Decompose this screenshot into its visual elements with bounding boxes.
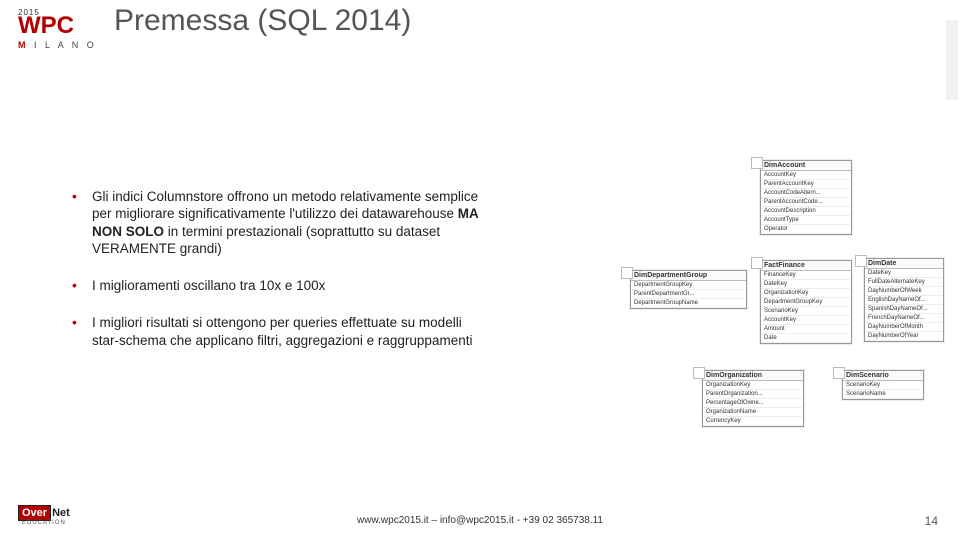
table-dimdepartment: DimDepartmentGroupDepartmentGroupKeyPare… <box>630 270 747 309</box>
table-dimaccount: DimAccountAccountKeyParentAccountKeyAcco… <box>760 160 852 235</box>
logo-main: WPC <box>18 15 98 38</box>
table-row: FrenchDayNameOf... <box>865 314 943 323</box>
bullet-item: I migliori risultati si ottengono per qu… <box>70 314 490 349</box>
table-row: DateKey <box>865 269 943 278</box>
table-header: DimScenario <box>843 371 923 381</box>
table-row: ScenarioKey <box>843 381 923 390</box>
table-row: SpanishDayNameOf... <box>865 305 943 314</box>
table-dimscenario: DimScenarioScenarioKeyScenarioName <box>842 370 924 400</box>
logo-sub: M I L A N O <box>18 40 98 50</box>
table-row: DayNumberOfYear <box>865 332 943 341</box>
table-header: DimOrganization <box>703 371 803 381</box>
table-row: Date <box>761 334 851 343</box>
table-row: DepartmentGroupKey <box>631 281 746 290</box>
bullet-text: I migliori risultati si ottengono per qu… <box>92 315 472 347</box>
table-row: EnglishDayNameOf... <box>865 296 943 305</box>
star-schema-diagram: DimAccountAccountKeyParentAccountKeyAcco… <box>630 160 930 450</box>
slide-title: Premessa (SQL 2014) <box>114 4 411 38</box>
table-row: OrganizationKey <box>703 381 803 390</box>
table-row: ParentOrganization... <box>703 390 803 399</box>
scrollbar-track[interactable] <box>946 20 958 100</box>
page-number: 14 <box>925 514 938 528</box>
table-header: FactFinance <box>761 261 851 271</box>
table-row: AccountCodeAltern... <box>761 189 851 198</box>
table-row: Operator <box>761 225 851 234</box>
event-logo: 2015 WPC M I L A N O <box>18 8 98 50</box>
table-row: AccountDescription <box>761 207 851 216</box>
connector <box>745 290 760 292</box>
table-row: OrganizationName <box>703 408 803 417</box>
table-row: AccountKey <box>761 171 851 180</box>
table-row: Amount <box>761 325 851 334</box>
bullet-item: Gli indici Columnstore offrono un metodo… <box>70 188 490 257</box>
table-header: DimAccount <box>761 161 851 171</box>
table-row: FinanceKey <box>761 271 851 280</box>
table-row: ParentAccountCode... <box>761 198 851 207</box>
logo-sub-red: M <box>18 40 29 50</box>
logo-sub-rest: I L A N O <box>34 40 97 50</box>
table-row: OrganizationKey <box>761 289 851 298</box>
table-header: DimDepartmentGroup <box>631 271 746 281</box>
table-row: FullDateAlternateKey <box>865 278 943 287</box>
bullet-item: I miglioramenti oscillano tra 10x e 100x <box>70 277 490 294</box>
table-header: DimDate <box>865 259 943 269</box>
table-row: ParentAccountKey <box>761 180 851 189</box>
table-dimorg: DimOrganizationOrganizationKeyParentOrga… <box>702 370 804 427</box>
table-factfinance: FactFinanceFinanceKeyDateKeyOrganization… <box>760 260 852 344</box>
table-row: PercentageOfOwne... <box>703 399 803 408</box>
footer-contact: www.wpc2015.it – info@wpc2015.it - +39 0… <box>0 515 960 526</box>
table-row: DayNumberOfMonth <box>865 323 943 332</box>
bullet-text: I miglioramenti oscillano tra 10x e 100x <box>92 278 325 293</box>
bullet-list: Gli indici Columnstore offrono un metodo… <box>70 188 490 369</box>
bullet-text: Gli indici Columnstore offrono un metodo… <box>92 189 478 221</box>
table-row: DayNumberOfWeek <box>865 287 943 296</box>
table-row: AccountType <box>761 216 851 225</box>
table-row: ScenarioKey <box>761 307 851 316</box>
table-dimdate: DimDateDateKeyFullDateAlternateKeyDayNum… <box>864 258 944 342</box>
table-row: CurrencyKey <box>703 417 803 426</box>
table-row: ParentDepartmentGr... <box>631 290 746 299</box>
table-row: DepartmentGroupKey <box>761 298 851 307</box>
connector <box>850 290 864 292</box>
table-row: DateKey <box>761 280 851 289</box>
connector <box>828 342 830 380</box>
table-row: ScenarioName <box>843 390 923 399</box>
table-row: AccountKey <box>761 316 851 325</box>
table-row: DepartmentGroupName <box>631 299 746 308</box>
